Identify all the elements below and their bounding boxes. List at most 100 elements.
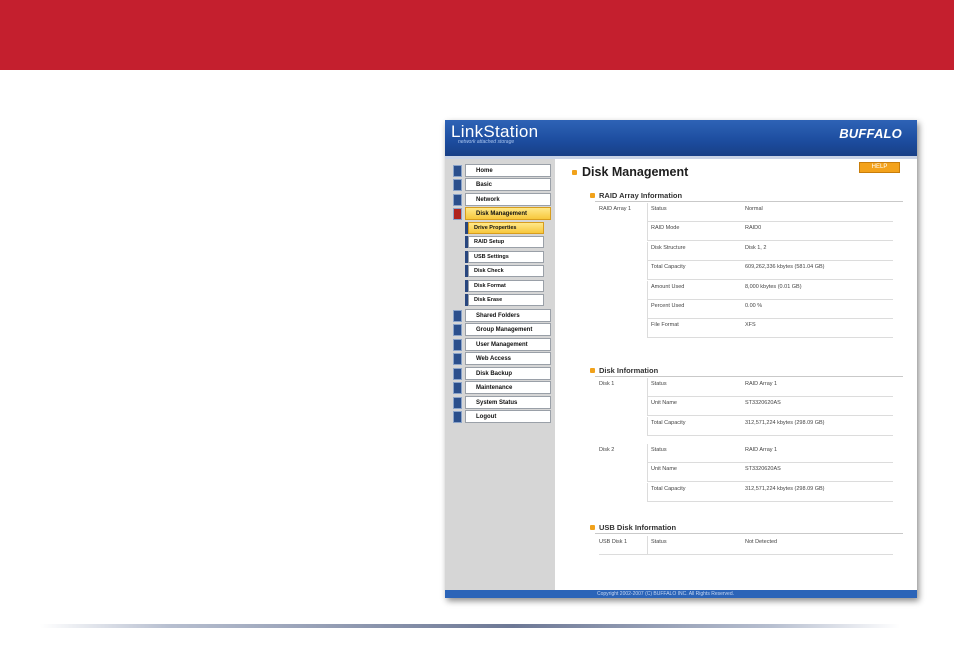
section-divider <box>595 376 903 377</box>
row-value: RAID Array 1 <box>745 381 778 387</box>
table-row: RAID Array 1 Status Normal <box>599 203 893 222</box>
column-divider <box>647 281 648 300</box>
column-divider <box>647 378 648 397</box>
subnav-disk-format[interactable]: Disk Format <box>465 280 544 292</box>
section-title-text: USB Disk Information <box>599 523 677 532</box>
sidebar-item-label: User Management <box>465 338 551 351</box>
subnav-label: USB Settings <box>468 251 544 263</box>
sidebar-item-disk-backup[interactable]: Disk Backup <box>453 367 551 380</box>
row-label: Amount Used <box>651 284 685 290</box>
subnav-disk-check[interactable]: Disk Check <box>465 265 544 277</box>
sidebar-item-label: Basic <box>465 178 551 191</box>
row-divider <box>647 415 893 416</box>
sidebar-item-network[interactable]: Network <box>453 193 551 206</box>
subnav-label: Disk Erase <box>468 294 544 306</box>
copyright-text: Copyright 2002-2007 (C) BUFFALO INC. All… <box>597 591 734 597</box>
table-row: Disk 2 Status RAID Array 1 <box>599 444 893 463</box>
sidebar-item-maintenance[interactable]: Maintenance <box>453 381 551 394</box>
row-label: Status <box>651 447 667 453</box>
bullet-icon <box>590 193 595 198</box>
row-label: Unit Name <box>651 400 677 406</box>
sidebar-item-label: Shared Folders <box>465 309 551 322</box>
column-divider <box>647 483 648 502</box>
column-divider <box>647 319 648 338</box>
bottom-divider-line <box>40 624 900 628</box>
buffalo-logo: BUFFALO <box>839 126 902 141</box>
maintenance-icon <box>453 381 462 394</box>
row-value: Disk 1, 2 <box>745 245 767 251</box>
backup-icon <box>453 367 462 380</box>
row-value: ST3320620AS <box>745 400 781 406</box>
column-divider <box>647 417 648 436</box>
row-divider <box>647 279 893 280</box>
column-divider <box>647 242 648 261</box>
sidebar-item-basic[interactable]: Basic <box>453 178 551 191</box>
row-value: RAID0 <box>745 225 762 231</box>
subnav-label: Disk Format <box>468 280 544 292</box>
table-row: Total Capacity 312,571,224 kbytes (298.0… <box>599 483 893 502</box>
row-value: 312,571,224 kbytes (298.09 GB) <box>745 486 825 492</box>
sidebar-item-label: Home <box>465 164 551 177</box>
logout-icon <box>453 410 462 423</box>
table-row: File Format XFS <box>599 319 893 338</box>
row-value: RAID Array 1 <box>745 447 778 453</box>
row-value: XFS <box>745 322 756 328</box>
section-title-text: RAID Array Information <box>599 191 683 200</box>
subnav-label: Disk Check <box>468 265 544 277</box>
sidebar-nav: Home Basic Network Disk Management Drive… <box>445 159 555 590</box>
row-label: Unit Name <box>651 466 677 472</box>
row-value: 312,571,224 kbytes (298.09 GB) <box>745 420 825 426</box>
row-label: Total Capacity <box>651 486 686 492</box>
column-divider <box>647 222 648 241</box>
table-row: Unit Name ST3320620AS <box>599 463 893 482</box>
network-icon <box>453 193 462 206</box>
row-divider <box>647 501 893 502</box>
row-label: File Format <box>651 322 679 328</box>
help-button[interactable]: HELP <box>859 162 900 173</box>
sidebar-item-web-access[interactable]: Web Access <box>453 352 551 365</box>
section-divider <box>595 533 903 534</box>
row-divider <box>647 240 893 241</box>
row-value: 0.00 % <box>745 303 763 309</box>
sidebar-item-user-management[interactable]: User Management <box>453 338 551 351</box>
subnav-disk-erase[interactable]: Disk Erase <box>465 294 544 306</box>
column-divider <box>647 536 648 555</box>
bullet-icon <box>572 169 577 175</box>
sidebar-item-disk-management[interactable]: Disk Management <box>453 207 551 220</box>
sidebar-item-label: System Status <box>465 396 551 409</box>
basic-icon <box>453 178 462 191</box>
bullet-icon <box>590 368 595 373</box>
subnav-label: RAID Setup <box>468 236 544 248</box>
section-title-disk: Disk Information <box>590 366 658 375</box>
row-value: Normal <box>745 206 763 212</box>
table-row: Amount Used 8,000 kbytes (0.01 GB) <box>599 281 893 300</box>
table-row: Disk 1 Status RAID Array 1 <box>599 378 893 397</box>
window-footer: Copyright 2002-2007 (C) BUFFALO INC. All… <box>445 590 917 598</box>
subnav-raid-setup[interactable]: RAID Setup <box>465 236 544 248</box>
sidebar-item-group-management[interactable]: Group Management <box>453 323 551 336</box>
usb-disk-name: USB Disk 1 <box>599 539 628 545</box>
subnav-usb-settings[interactable]: USB Settings <box>465 251 544 263</box>
subnav-drive-properties[interactable]: Drive Properties <box>465 222 544 234</box>
sidebar-item-shared-folders[interactable]: Shared Folders <box>453 309 551 322</box>
row-value: 609,262,336 kbytes (581.04 GB) <box>745 264 825 270</box>
sidebar-item-system-status[interactable]: System Status <box>453 396 551 409</box>
page-title-text: Disk Management <box>582 165 689 179</box>
logo-subtitle: network attached storage <box>458 139 515 145</box>
home-icon <box>453 164 462 177</box>
row-label: Total Capacity <box>651 264 686 270</box>
row-label: RAID Mode <box>651 225 680 231</box>
section-title-text: Disk Information <box>599 366 659 375</box>
column-divider <box>647 203 648 222</box>
row-label: Status <box>651 381 667 387</box>
disk-icon <box>453 207 462 220</box>
column-divider <box>647 300 648 319</box>
table-row: Percent Used 0.00 % <box>599 300 893 319</box>
table-row: RAID Mode RAID0 <box>599 222 893 241</box>
sidebar-item-label: Disk Management <box>465 207 551 220</box>
folder-icon <box>453 309 462 322</box>
sidebar-item-logout[interactable]: Logout <box>453 410 551 423</box>
table-row: Total Capacity 312,571,224 kbytes (298.0… <box>599 417 893 436</box>
section-divider <box>595 201 903 202</box>
sidebar-item-home[interactable]: Home <box>453 164 551 177</box>
